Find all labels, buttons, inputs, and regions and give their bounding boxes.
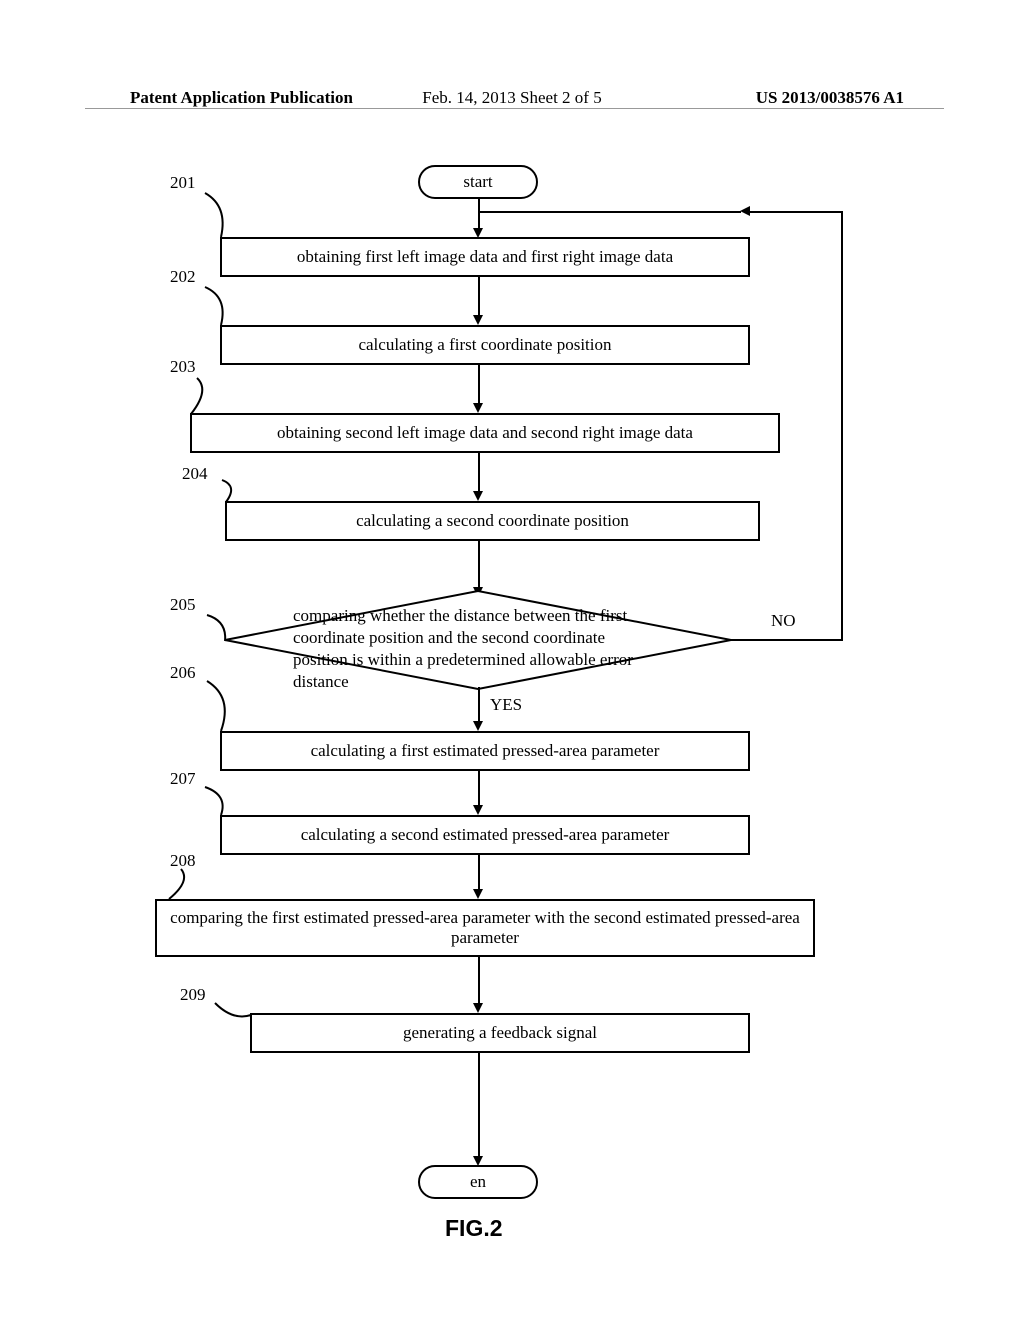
callout-202: [203, 285, 243, 330]
step-209: generating a feedback signal: [250, 1013, 750, 1053]
step-207: calculating a second estimated pressed-a…: [220, 815, 750, 855]
num-206: 206: [170, 663, 196, 683]
num-204: 204: [182, 464, 208, 484]
step-205-decision: comparing whether the distance between t…: [223, 585, 733, 695]
flowchart-figure: start obtaining first left image data an…: [155, 165, 855, 1215]
step-205: comparing whether the distance between t…: [293, 605, 663, 693]
callout-203: [185, 376, 215, 418]
no-label: NO: [771, 611, 796, 631]
num-209: 209: [180, 985, 206, 1005]
callout-207: [203, 785, 243, 821]
yes-label: YES: [490, 695, 522, 715]
step-206: calculating a first estimated pressed-ar…: [220, 731, 750, 771]
header-center: Feb. 14, 2013 Sheet 2 of 5: [422, 88, 601, 108]
step-203: obtaining second left image data and sec…: [190, 413, 780, 453]
callout-205: [205, 613, 245, 648]
start-terminal: start: [418, 165, 538, 199]
end-terminal: en: [418, 1165, 538, 1199]
header-left: Patent Application Publication: [130, 88, 353, 108]
header-right: US 2013/0038576 A1: [756, 88, 904, 108]
step-204: calculating a second coordinate position: [225, 501, 760, 541]
callout-204: [220, 478, 250, 508]
figure-label: FIG.2: [445, 1215, 503, 1242]
callout-206: [205, 679, 245, 737]
step-201: obtaining first left image data and firs…: [220, 237, 750, 277]
step-202: calculating a first coordinate position: [220, 325, 750, 365]
num-201: 201: [170, 173, 196, 193]
num-207: 207: [170, 769, 196, 789]
num-202: 202: [170, 267, 196, 287]
num-205: 205: [170, 595, 196, 615]
step-208: comparing the first estimated pressed-ar…: [155, 899, 815, 957]
callout-209: [213, 1001, 258, 1023]
callout-201: [203, 191, 243, 241]
callout-208: [167, 867, 197, 903]
header-separator: [85, 108, 944, 109]
num-203: 203: [170, 357, 196, 377]
